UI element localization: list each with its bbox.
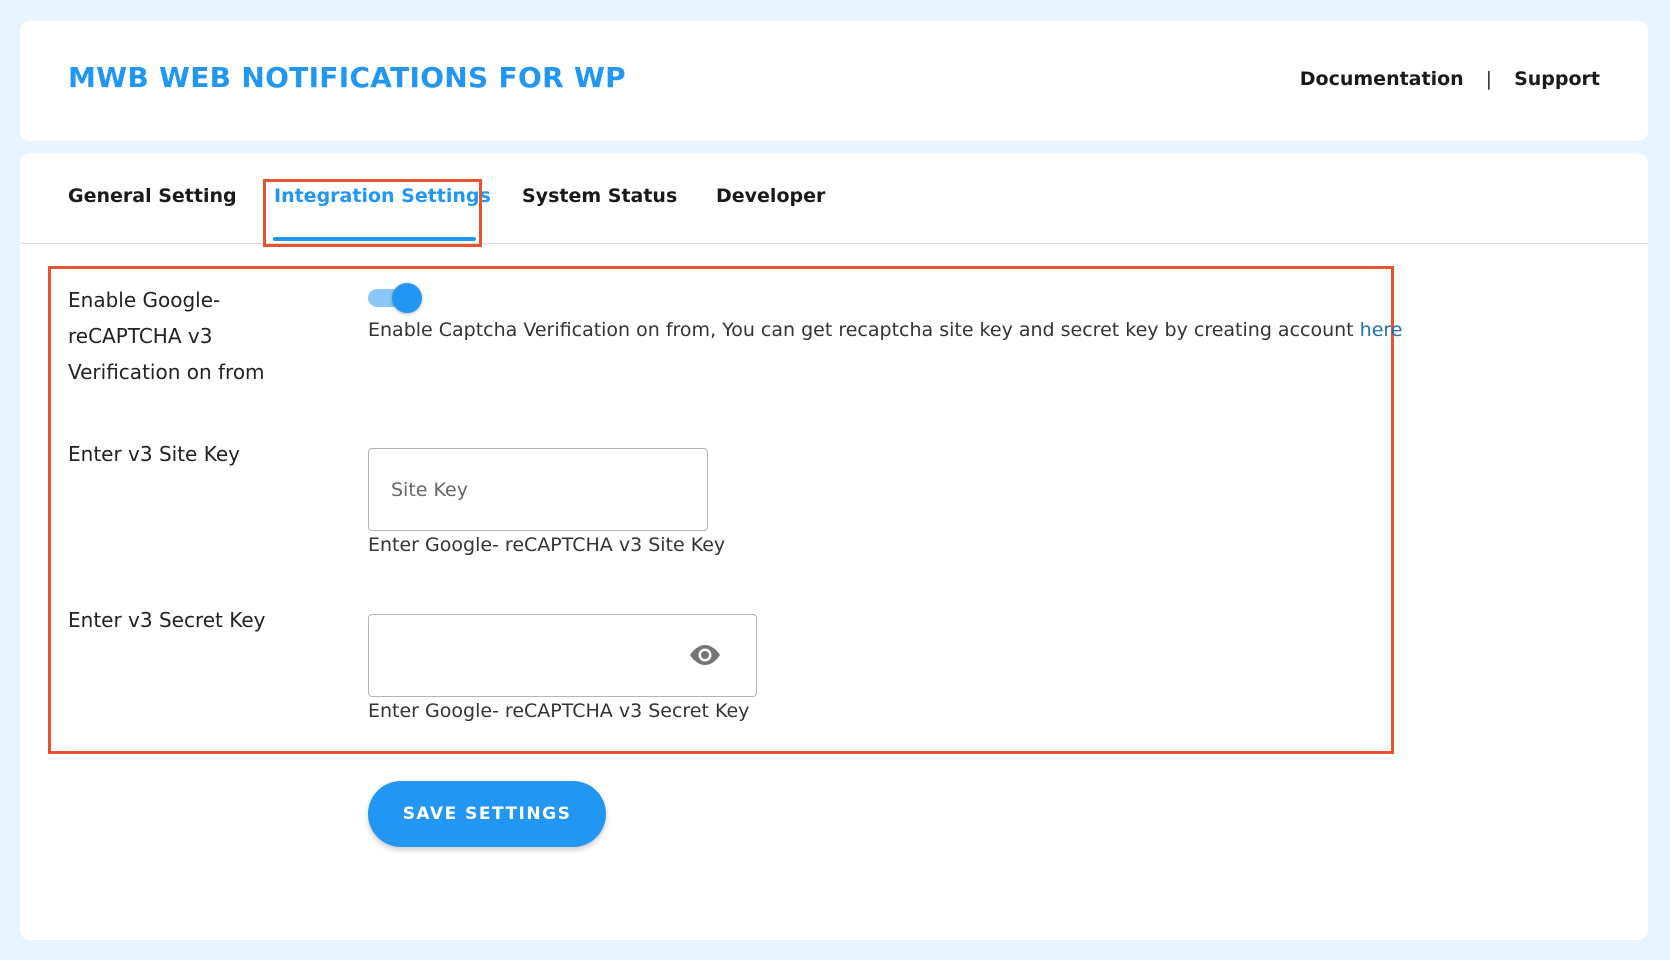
settings-card: General Setting Integration Settings Sys… (20, 153, 1648, 940)
recaptcha-toggle-switch[interactable] (368, 283, 422, 313)
secret-key-field (368, 614, 757, 697)
recaptcha-toggle-description: Enable Captcha Verification on from, You… (368, 319, 1403, 341)
support-link[interactable]: Support (1514, 68, 1600, 90)
tab-developer[interactable]: Developer (716, 185, 825, 207)
toggle-knob (392, 283, 422, 313)
tab-general-setting[interactable]: General Setting (68, 185, 237, 207)
secret-key-description: Enter Google- reCAPTCHA v3 Secret Key (368, 700, 750, 722)
header-separator: | (1485, 68, 1493, 90)
header-links: Documentation | Support (1300, 68, 1600, 90)
header-card: MWB WEB NOTIFICATIONS FOR WP Documentati… (20, 21, 1648, 141)
eye-icon[interactable] (687, 641, 723, 669)
documentation-link[interactable]: Documentation (1300, 68, 1464, 90)
save-settings-button[interactable]: SAVE SETTINGS (368, 781, 606, 847)
recaptcha-account-link[interactable]: here (1360, 319, 1403, 341)
site-key-description: Enter Google- reCAPTCHA v3 Site Key (368, 534, 726, 556)
app-title: MWB WEB NOTIFICATIONS FOR WP (68, 61, 626, 94)
tab-bar: General Setting Integration Settings Sys… (20, 153, 1648, 247)
recaptcha-description-text: Enable Captcha Verification on from, You… (368, 319, 1360, 341)
site-key-input[interactable] (368, 448, 708, 531)
recaptcha-toggle-label: Enable Google-reCAPTCHA v3 Verification … (68, 288, 265, 384)
tab-highlight-box (263, 179, 482, 247)
site-key-label: Enter v3 Site Key (68, 442, 240, 466)
tab-system-status[interactable]: System Status (522, 185, 677, 207)
secret-key-label: Enter v3 Secret Key (68, 608, 266, 632)
